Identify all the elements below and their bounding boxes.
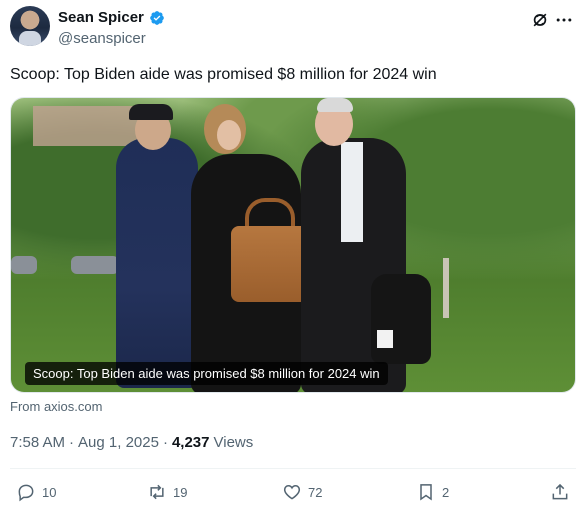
photo-person — [116, 138, 198, 388]
display-name[interactable]: Sean Spicer — [58, 8, 144, 28]
photo-shirt — [341, 142, 363, 242]
bookmark-icon — [420, 484, 432, 501]
divider — [10, 468, 576, 469]
tweet-text: Scoop: Top Biden aide was promised $8 mi… — [10, 66, 437, 83]
photo-car — [71, 256, 119, 274]
tweet-meta: 7:58 AM · Aug 1, 2025 · 4,237 Views — [10, 433, 253, 453]
meta-separator: · — [69, 434, 75, 451]
verified-badge-icon — [150, 11, 164, 25]
repost-count: 19 — [173, 484, 188, 500]
reply-button[interactable]: 10 — [16, 482, 56, 502]
photo-person-head — [217, 120, 241, 150]
bookmark-button[interactable]: 2 — [416, 482, 449, 502]
reply-icon — [18, 484, 34, 502]
post-time[interactable]: 7:58 AM — [10, 433, 65, 453]
action-bar: 10 19 72 2 — [10, 482, 576, 506]
more-icon[interactable] — [554, 10, 574, 30]
share-button[interactable] — [550, 482, 570, 502]
photo-badge — [377, 330, 393, 348]
share-icon — [552, 483, 568, 500]
name-row: Sean Spicer — [58, 8, 165, 28]
photo-building — [33, 106, 143, 146]
heart-icon — [283, 484, 301, 500]
photo-tree — [443, 258, 449, 318]
photo-car — [11, 256, 37, 274]
meta-separator: · — [162, 434, 168, 451]
link-card-image[interactable]: Scoop: Top Biden aide was promised $8 mi… — [10, 97, 576, 393]
avatar[interactable] — [10, 6, 50, 46]
views-count: 4,237 — [171, 434, 210, 451]
media-caption: Scoop: Top Biden aide was promised $8 mi… — [25, 362, 388, 385]
like-count: 72 — [308, 484, 323, 500]
repost-button[interactable]: 19 — [147, 482, 187, 502]
photo-handbag — [231, 226, 309, 302]
grok-icon[interactable] — [530, 10, 550, 30]
handle[interactable]: @seanspicer — [58, 29, 146, 49]
link-source[interactable]: From axios.com — [10, 399, 102, 415]
bookmark-count: 2 — [442, 484, 450, 500]
reply-count: 10 — [42, 484, 57, 500]
tweet-header: Sean Spicer @seanspicer — [10, 6, 576, 50]
repost-icon — [150, 484, 164, 500]
photo-person-hair — [317, 98, 353, 112]
post-date[interactable]: Aug 1, 2025 — [78, 433, 159, 453]
photo-backpack — [371, 274, 431, 364]
like-button[interactable]: 72 — [282, 482, 322, 502]
views-label: Views — [213, 434, 254, 451]
photo-cap — [129, 104, 173, 120]
